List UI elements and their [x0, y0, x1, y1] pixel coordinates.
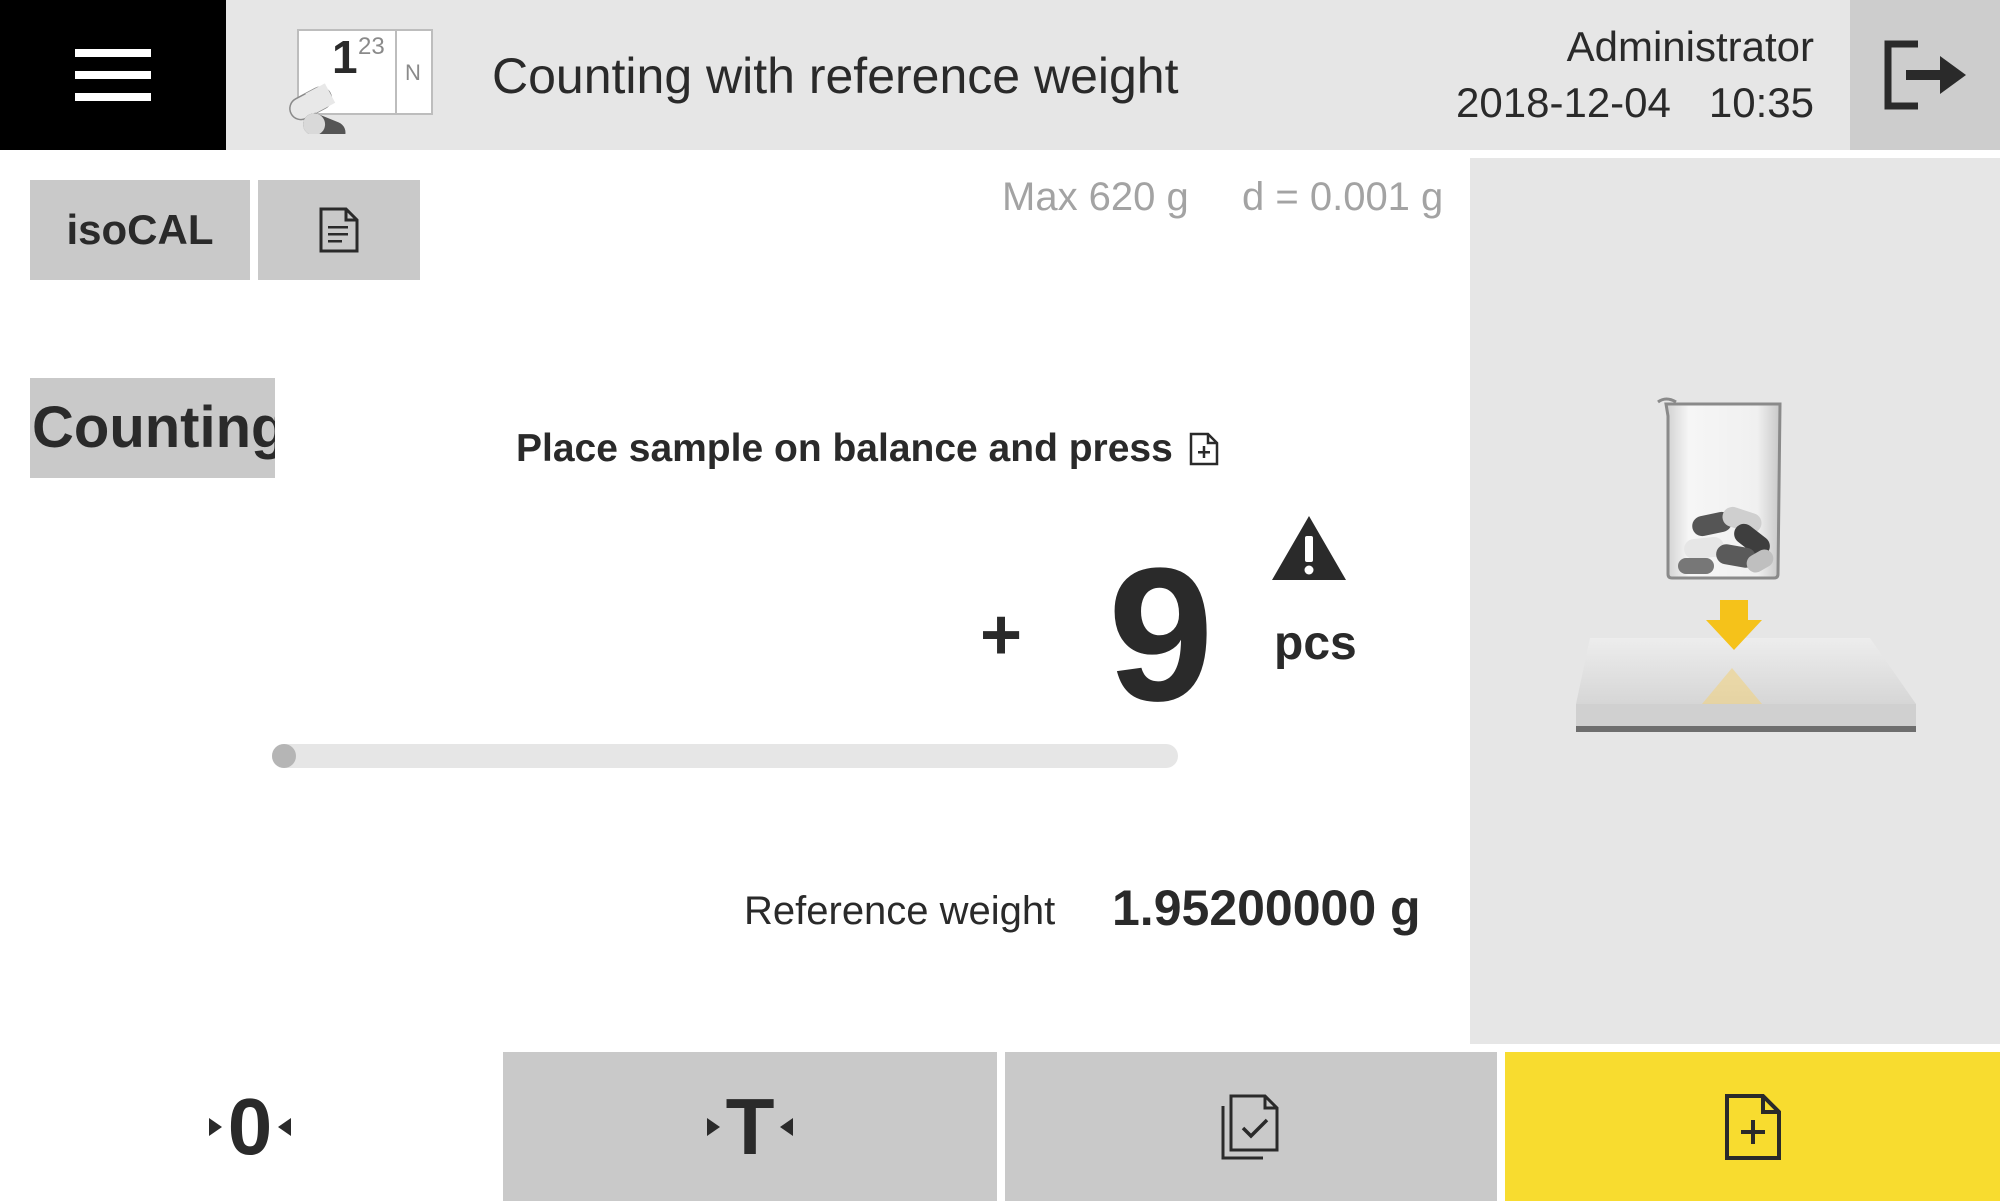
copy-check-icon [1221, 1094, 1279, 1159]
confirm-button[interactable] [1005, 1052, 1497, 1201]
beaker-on-balance-illustration [1576, 397, 1916, 732]
app-icon-superscript: 23 [358, 33, 385, 60]
result-sign: + [980, 595, 1023, 675]
logout-button[interactable] [1850, 0, 2000, 150]
document-icon [319, 207, 359, 253]
header-bar: 1 23 N Counting with reference weight Ad… [0, 0, 2000, 150]
add-reference-button[interactable] [1505, 1052, 2000, 1201]
zero-right-marker-icon [278, 1117, 292, 1136]
user-name: Administrator [1566, 23, 1814, 70]
tare-glyph: T [706, 1081, 794, 1171]
add-document-icon [1724, 1093, 1781, 1160]
progress-bar [272, 744, 1178, 768]
reference-weight-value: 1.95200000 g [1112, 880, 1421, 936]
add-document-icon [1189, 432, 1219, 466]
mode-label: Counting [30, 378, 275, 478]
logout-icon [1884, 40, 1966, 110]
progress-fill [272, 744, 296, 768]
menu-button[interactable] [0, 0, 226, 150]
tare-button[interactable]: T [503, 1052, 997, 1201]
zero-glyph: 0 [208, 1081, 292, 1171]
tare-left-marker-icon [706, 1117, 720, 1136]
result-value: 9 [1108, 529, 1214, 741]
readability: d = 0.001 g [1242, 175, 1444, 219]
hamburger-icon [75, 49, 151, 101]
zero-left-marker-icon [208, 1117, 222, 1136]
app-icon-letter: N [405, 60, 421, 85]
tare-label: T [725, 1081, 775, 1171]
protocol-button[interactable] [258, 180, 420, 280]
tare-right-marker-icon [780, 1117, 794, 1136]
zero-label: 0 [227, 1081, 273, 1171]
isocal-button[interactable]: isoCAL [30, 180, 250, 280]
page-title: Counting with reference weight [492, 48, 1179, 104]
instruction-text: Place sample on balance and press [516, 427, 1173, 470]
illustration-panel [1470, 158, 2000, 1044]
date-label: 2018-12-04 [1456, 79, 1671, 126]
app-icon-numeral: 1 [332, 31, 358, 83]
reference-weight-label: Reference weight [744, 889, 1056, 933]
result-unit: pcs [1274, 617, 1357, 670]
time-label: 10:35 [1708, 79, 1814, 126]
zero-button[interactable]: 0 [0, 1052, 500, 1201]
date-time: 2018-12-04 10:35 [1456, 78, 1814, 128]
max-capacity: Max 620 g [1002, 175, 1189, 219]
pill-counting-icon: 1 23 N [268, 26, 444, 144]
instruction: Place sample on balance and press [516, 424, 1219, 474]
warning-icon [1270, 514, 1348, 582]
